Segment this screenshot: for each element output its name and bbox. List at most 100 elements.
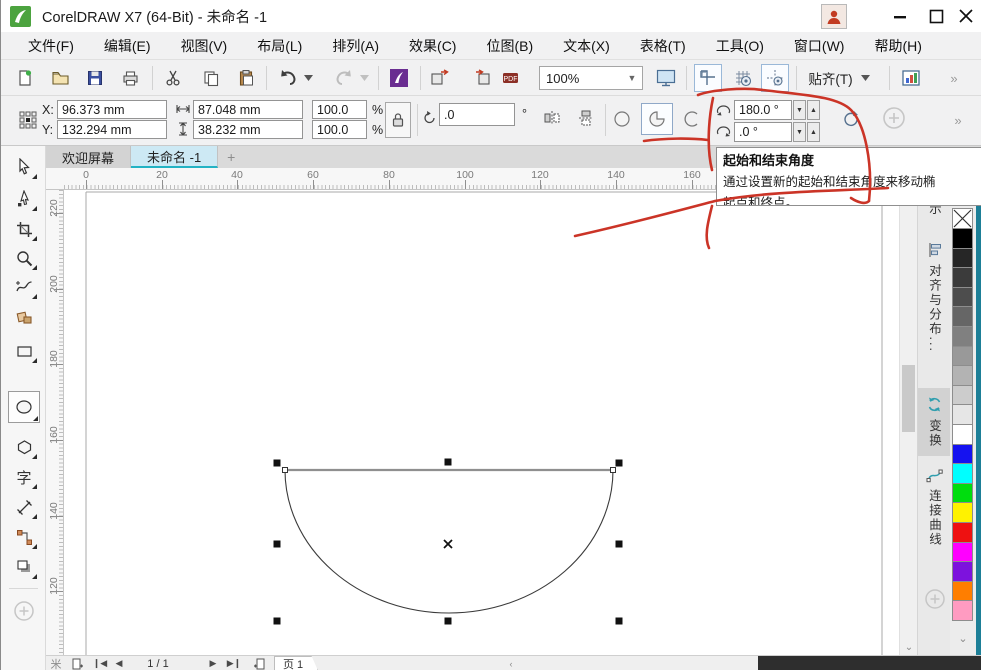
add-tool-button[interactable] [10,598,38,624]
x-position-field[interactable]: 96.373 mm [57,100,167,119]
user-account-icon[interactable] [821,4,847,29]
palette-scroll-down[interactable]: ⌄ [950,632,976,645]
zoom-dropdown-arrow[interactable]: ▼ [622,73,642,83]
page-1-tab[interactable]: 页 1 [274,656,318,670]
redo-button[interactable] [331,66,357,90]
add-page-button-2[interactable] [250,656,268,670]
print-button[interactable] [118,67,142,89]
lock-ratio-button[interactable] [385,102,411,138]
scale-y-field[interactable]: 100.0 [312,120,367,139]
menu-window[interactable]: 窗口(W) [779,32,860,60]
menu-tools[interactable]: 工具(O) [701,32,779,60]
start-angle-spin-up[interactable]: ▲ [807,100,820,120]
previous-page-button[interactable]: ◀ [112,656,126,670]
add-page-button[interactable] [68,656,86,670]
menu-file[interactable]: 文件(F) [13,32,89,60]
polygon-tool[interactable] [10,434,38,460]
next-page-button[interactable]: ▶ [206,656,220,670]
palette-swatch[interactable] [952,425,973,445]
close-button[interactable] [949,0,981,32]
options-button[interactable] [898,66,924,90]
palette-swatch[interactable] [952,484,973,504]
arc-mode-button[interactable] [679,106,705,132]
pick-tool[interactable] [10,154,38,180]
menu-effects[interactable]: 效果(C) [394,32,471,60]
object-center-marker[interactable] [444,540,452,548]
scroll-down-arrow[interactable]: ⌄ [900,642,918,653]
show-rulers-button[interactable] [694,64,722,92]
menu-bitmaps[interactable]: 位图(B) [471,32,548,60]
palette-swatch[interactable] [952,464,973,484]
pie-mode-button[interactable] [641,103,673,135]
palette-swatch[interactable] [952,249,973,269]
docker-tab-connect-curves[interactable]: 连接曲线 [918,468,951,547]
palette-swatch[interactable] [952,601,973,621]
publish-pdf-button[interactable]: PDF [498,67,522,89]
snap-to-dropdown[interactable]: 贴齐(T) [804,66,874,90]
rectangle-tool[interactable] [10,338,38,364]
crop-tool[interactable] [10,216,38,242]
drop-shadow-tool[interactable] [10,554,38,580]
new-document-button[interactable] [13,67,37,89]
palette-swatch[interactable] [952,562,973,582]
hscroll-left-arrow[interactable]: ‹ [504,656,518,670]
redo-dropdown-arrow[interactable] [357,70,371,86]
docker-tab-transform[interactable]: 变换 [918,388,951,456]
vertical-scrollbar[interactable]: ⌄ [899,190,917,655]
selected-pie-shape[interactable] [285,470,613,613]
smart-fill-tool[interactable] [10,304,38,330]
menu-arrange[interactable]: 排列(A) [317,32,394,60]
object-width-field[interactable]: 87.048 mm [193,100,303,119]
palette-swatch[interactable] [952,405,973,425]
y-position-field[interactable]: 132.294 mm [57,120,167,139]
menu-layout[interactable]: 布局(L) [242,32,317,60]
palette-swatch[interactable] [952,288,973,308]
dimension-tool[interactable] [10,494,38,520]
toolbar-overflow-chevron[interactable]: » [939,68,967,88]
docker-tab-align-distribute[interactable]: 对齐与分布... [918,242,951,353]
new-document-tab-button[interactable]: + [218,146,244,168]
start-angle-field[interactable]: 180.0 ° [734,100,792,120]
paste-button[interactable] [234,67,258,89]
scale-x-field[interactable]: 100.0 [312,100,367,119]
tab-untitled-document[interactable]: 未命名 -1 [131,146,218,168]
undo-button[interactable] [275,66,301,90]
menu-table[interactable]: 表格(T) [625,32,701,60]
palette-swatch[interactable] [952,445,973,465]
palette-swatch[interactable] [952,366,973,386]
export-button[interactable] [471,67,495,89]
add-property-button[interactable] [879,103,909,133]
palette-swatch[interactable] [952,229,973,249]
end-angle-field[interactable]: .0 ° [734,122,792,142]
palette-swatch[interactable] [952,386,973,406]
end-angle-spin-up[interactable]: ▲ [807,122,820,142]
palette-swatch[interactable] [952,307,973,327]
change-direction-button[interactable] [837,104,865,134]
ellipse-tool-selected[interactable] [8,391,40,423]
text-tool[interactable]: 字 [10,464,38,490]
palette-swatch[interactable] [952,523,973,543]
palette-swatch[interactable] [952,327,973,347]
propbar-overflow-chevron[interactable]: » [943,110,971,130]
shape-tool[interactable] [10,186,38,212]
tab-welcome-screen[interactable]: 欢迎屏幕 [46,146,131,168]
connector-tool[interactable] [10,524,38,550]
menu-edit[interactable]: 编辑(E) [89,32,166,60]
docker-add-button[interactable] [918,588,951,610]
palette-no-color[interactable] [952,208,973,229]
zoom-tool[interactable] [10,245,38,271]
end-angle-spin-down[interactable]: ▼ [793,122,806,142]
scrollbar-thumb[interactable] [902,365,915,432]
minimize-button[interactable] [883,0,917,32]
save-button[interactable] [83,67,107,89]
vertical-ruler[interactable]: 220 200 180 160 140 120 [46,190,64,655]
copy-button[interactable] [199,67,223,89]
menu-text[interactable]: 文本(X) [548,32,625,60]
menu-view[interactable]: 视图(V) [166,32,243,60]
selection-handles[interactable] [274,459,623,625]
fullscreen-preview-button[interactable] [653,65,679,91]
mirror-vertical-button[interactable] [573,105,599,131]
palette-swatch[interactable] [952,582,973,602]
palette-swatch[interactable] [952,503,973,523]
start-angle-spin-down[interactable]: ▼ [793,100,806,120]
